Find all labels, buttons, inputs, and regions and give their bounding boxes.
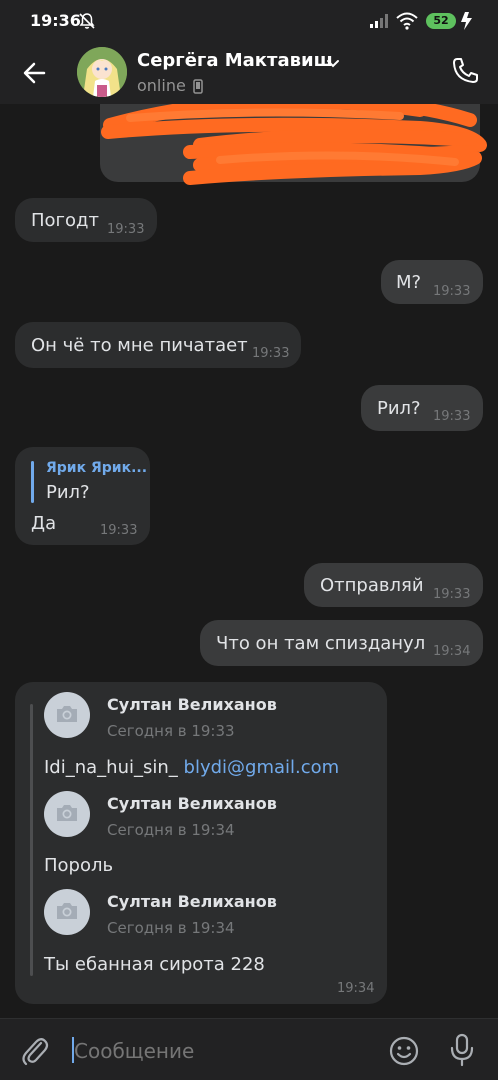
message-time: 19:33 [433,284,471,299]
message-time: 19:33 [433,409,471,424]
signal-icon [370,14,388,28]
online-status: online [137,76,186,95]
back-arrow-icon[interactable] [18,56,52,90]
avatar-image [77,47,127,97]
message-bubble[interactable]: Что он там спизданул 19:34 [200,620,483,666]
message-text: Да [31,513,57,534]
forward-text: Пороль [44,855,114,876]
forward-author[interactable]: Султан Велиханов [107,892,277,911]
reply-author: Ярик Ярик... [46,460,148,476]
wifi-icon [396,12,418,30]
paperclip-icon[interactable] [20,1035,50,1067]
forward-text: Ты ебанная сирота 228 [44,954,265,975]
message-composer [0,1018,498,1080]
status-bar: 19:36 52 [0,0,498,42]
message-input[interactable] [74,1039,364,1063]
forward-text: Idi_na_hui_sin_ blydi@gmail.com [44,757,339,778]
forward-date: Сегодня в 19:33 [107,722,235,740]
avatar[interactable] [44,791,90,837]
avatar[interactable] [44,889,90,935]
message-time: 19:33 [252,346,290,361]
forward-author[interactable]: Султан Велиханов [107,794,277,813]
email-link[interactable]: blydi@gmail.com [184,757,340,778]
forwarded-messages-bubble[interactable]: Султан Велиханов Сегодня в 19:33 Idi_na_… [15,682,387,1004]
camera-icon [57,805,77,821]
message-text: Рил? [377,398,421,419]
emoji-icon[interactable] [388,1035,420,1067]
message-text: Отправляй [320,575,424,596]
message-time: 19:33 [433,587,471,602]
message-bubble[interactable]: М? 19:33 [381,260,483,304]
mobile-icon [193,79,203,94]
message-text: Погодт [31,210,99,231]
forward-indicator [30,704,33,976]
chat-header: Сергёга Мактавиш online [0,42,498,104]
message-text: Что он там спизданул [216,633,426,654]
redaction-scribble [101,94,487,185]
message-time: 19:34 [433,644,471,659]
message-bubble[interactable]: Отправляй 19:33 [304,563,483,607]
forward-date: Сегодня в 19:34 [107,821,235,839]
message-time: 19:34 [337,981,375,996]
reply-quoted-text: Рил? [46,482,90,503]
avatar[interactable] [77,47,127,97]
message-time: 19:33 [107,222,145,237]
mute-icon [79,13,95,29]
chevron-down-icon[interactable] [325,57,341,69]
reply-indicator [31,461,34,503]
forward-text-content: Idi_na_hui_sin_ [44,757,178,778]
phone-icon[interactable] [448,54,482,88]
message-bubble[interactable]: Он чё то мне пичатает 19:33 [15,322,301,368]
camera-icon [57,903,77,919]
camera-icon [57,706,77,722]
forward-date: Сегодня в 19:34 [107,919,235,937]
message-text: М? [396,272,422,293]
status-time: 19:36 [30,11,81,30]
chat-title[interactable]: Сергёга Мактавиш [137,50,333,71]
message-bubble[interactable]: Погодт 19:33 [15,198,157,242]
message-bubble[interactable]: Рил? 19:33 [361,385,483,431]
message-text: Он чё то мне пичатает [31,335,248,356]
battery-indicator: 52 [426,13,456,29]
reply-message-bubble[interactable]: Ярик Ярик... Рил? Да 19:33 [15,447,150,545]
avatar[interactable] [44,692,90,738]
forward-author[interactable]: Султан Велиханов [107,695,277,714]
message-time: 19:33 [100,523,138,538]
charging-icon [461,12,472,30]
microphone-icon[interactable] [448,1033,476,1067]
